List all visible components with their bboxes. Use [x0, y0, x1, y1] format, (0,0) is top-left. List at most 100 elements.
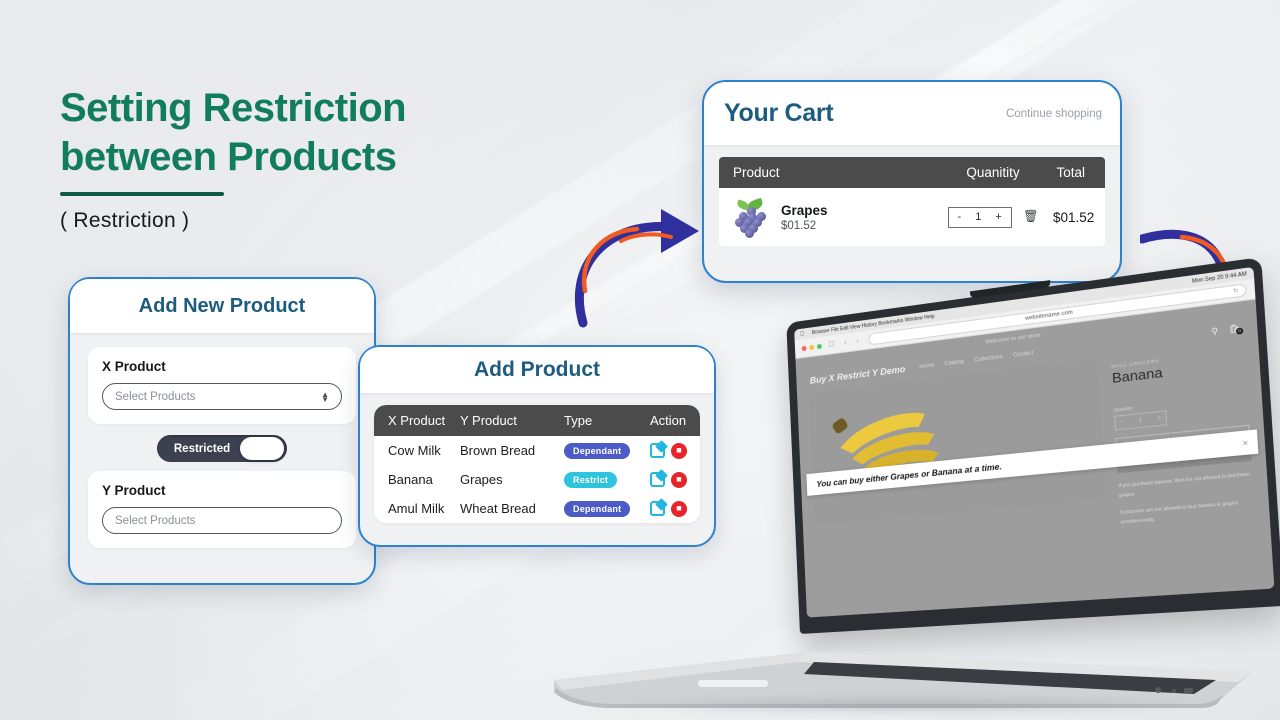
close-icon[interactable]: ×: [1242, 438, 1248, 448]
quantity-stepper[interactable]: - 1 +: [947, 206, 1012, 228]
product-quantity-stepper[interactable]: − 1 +: [1114, 410, 1168, 431]
store-header-icons: ⚲ 🛍 0: [1211, 323, 1244, 337]
table-row: Amul Milk Wheat Bread Dependant ■: [374, 494, 700, 523]
type-badge: Dependant: [564, 443, 631, 459]
column-action: Action: [650, 405, 700, 436]
trash-icon[interactable]: 🗑: [1023, 209, 1038, 223]
cell-y-product: Wheat Bread: [460, 494, 564, 523]
add-new-product-body: X Product Select Products ▲ ▼ Restricted …: [70, 333, 374, 548]
restricted-toggle-label: Restricted: [173, 442, 231, 455]
product-description-2: Customers are not allowed to buy banana …: [1119, 499, 1239, 525]
cart-product-info: Grapes $01.52: [781, 203, 828, 232]
store-nav-item[interactable]: Contact: [1013, 350, 1034, 359]
page-title: Setting Restriction between Products ( R…: [60, 84, 407, 233]
quantity-label: Quantity: [1113, 405, 1133, 413]
table-row: Banana Grapes Restrict ■: [374, 465, 700, 494]
add-product-panel: Add Product X Product Y Product Type Act…: [358, 345, 716, 547]
cell-type: Restrict: [564, 465, 650, 494]
heading-line-1: Setting Restriction: [60, 86, 407, 130]
cart-product-name: Grapes: [781, 202, 828, 218]
column-y-product: Y Product: [460, 405, 564, 436]
shopping-bag-icon[interactable]: 🛍 0: [1228, 323, 1244, 335]
cart-body: Product Quanitity Total Grapes $01.52 - …: [704, 145, 1120, 246]
restricted-toggle-row: Restricted: [88, 435, 356, 462]
product-qty-increment[interactable]: +: [1157, 415, 1161, 422]
trash-icon[interactable]: ■: [671, 442, 687, 459]
y-product-select-value: Select Products: [115, 514, 196, 527]
add-product-table-wrapper: X Product Y Product Type Action Cow Milk…: [374, 405, 700, 523]
type-badge: Dependant: [564, 501, 631, 517]
store-nav-item[interactable]: Home: [919, 362, 934, 370]
column-type: Type: [564, 405, 650, 436]
x-product-select-value: Select Products: [115, 390, 196, 403]
heading-subtitle: ( Restriction ): [60, 208, 190, 232]
trash-icon[interactable]: ■: [671, 471, 687, 488]
banana-stem: [831, 416, 850, 435]
edit-icon[interactable]: [650, 472, 665, 487]
quantity-value: 1: [975, 211, 982, 223]
cart-column-total: Total: [1056, 165, 1085, 180]
cart-quantity-cell: - 1 + 🗑: [933, 206, 1053, 228]
laptop-lid:  Browser File Edit View History Bookmar…: [786, 257, 1280, 634]
cell-action: ■: [650, 436, 700, 465]
type-badge: Restrict: [564, 472, 618, 488]
laptop-screen:  Browser File Edit View History Bookmar…: [794, 266, 1275, 618]
add-product-title: Add Product: [360, 347, 714, 393]
x-product-label: X Product: [102, 359, 166, 374]
edit-icon[interactable]: [650, 443, 665, 458]
toggle-knob: [240, 437, 284, 460]
cart-line-item: Grapes $01.52 - 1 + 🗑 $01.52: [719, 188, 1105, 246]
sidebar-toggle-icon[interactable]: ☐: [828, 340, 837, 349]
cart-line-total: $01.52: [1053, 209, 1095, 225]
cart-product-cell: Grapes $01.52: [733, 197, 933, 238]
product-qty-decrement[interactable]: −: [1120, 419, 1124, 426]
heading-text: Setting Restriction between Products: [60, 84, 407, 182]
cart-column-product: Product: [733, 165, 780, 180]
cart-product-price: $01.52: [781, 219, 817, 232]
x-product-select[interactable]: Select Products ▲ ▼: [102, 383, 342, 410]
browser-back-button[interactable]: ‹: [844, 339, 850, 347]
y-product-select[interactable]: Select Products: [102, 507, 342, 534]
cell-x-product: Cow Milk: [374, 436, 460, 465]
continue-shopping-link[interactable]: Continue shopping: [1006, 108, 1102, 120]
chevron-updown-icon: ▲ ▼: [321, 389, 329, 404]
cell-action: ■: [650, 494, 700, 523]
store-nav-item[interactable]: Catalog: [944, 359, 964, 368]
cell-y-product: Grapes: [460, 465, 564, 494]
reload-icon[interactable]: ↻: [1233, 288, 1238, 295]
edit-icon[interactable]: [650, 501, 665, 516]
search-icon[interactable]: ⚲: [1211, 326, 1218, 337]
trash-icon[interactable]: ■: [671, 500, 687, 517]
table-header: X Product Y Product Type Action: [374, 405, 700, 436]
cell-x-product: Amul Milk: [374, 494, 460, 523]
browser-forward-button[interactable]: ›: [856, 337, 862, 345]
cart-count-badge: 0: [1235, 326, 1244, 335]
add-product-table: X Product Y Product Type Action Cow Milk…: [374, 405, 700, 523]
cart-panel: Your Cart Continue shopping Product Quan…: [702, 80, 1122, 283]
y-product-label: Y Product: [102, 483, 166, 498]
x-product-field: X Product Select Products ▲ ▼: [88, 347, 356, 424]
cell-y-product: Brown Bread: [460, 436, 564, 465]
grapes-image: [733, 197, 771, 238]
product-description-1: If you purchase banana, then it's not al…: [1118, 471, 1250, 498]
table-row: Cow Milk Brown Bread Dependant ■: [374, 436, 700, 465]
quantity-increment-button[interactable]: +: [988, 211, 1008, 223]
cart-table-header: Product Quanitity Total: [719, 157, 1105, 188]
add-new-product-title: Add New Product: [70, 279, 374, 333]
table-header-row: X Product Y Product Type Action: [374, 405, 700, 436]
restricted-toggle[interactable]: Restricted: [157, 435, 287, 462]
product-qty-value: 1: [1138, 417, 1143, 424]
cell-action: ■: [650, 465, 700, 494]
quantity-decrement-button[interactable]: -: [951, 211, 969, 223]
add-new-product-panel: Add New Product X Product Select Product…: [68, 277, 376, 585]
cell-type: Dependant: [564, 436, 650, 465]
heading-line-2: between Products: [60, 134, 397, 179]
window-controls[interactable]: [801, 343, 822, 351]
cart-header: Your Cart Continue shopping: [704, 82, 1120, 145]
address-bar-url: websitename.com: [1024, 309, 1074, 322]
store-nav-item[interactable]: Collections: [974, 354, 1003, 364]
cell-type: Dependant: [564, 494, 650, 523]
heading-underline: [60, 191, 224, 196]
y-product-field: Y Product Select Products: [88, 471, 356, 548]
apple-logo-icon: : [800, 331, 805, 337]
